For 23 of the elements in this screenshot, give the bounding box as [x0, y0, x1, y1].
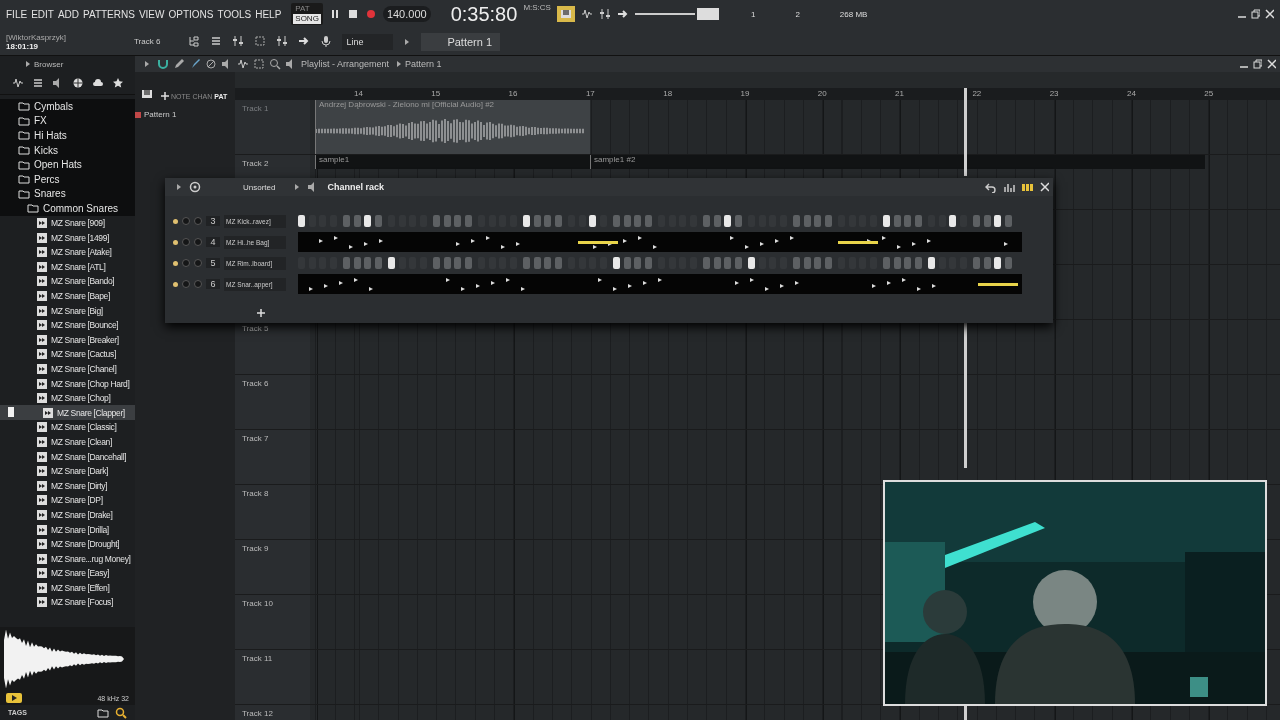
browser-title: Browser [34, 59, 64, 69]
focused-track-label: Track 6 [134, 37, 161, 46]
monitor-mark: 2 [795, 9, 800, 19]
ruler-number: 16 [508, 88, 519, 100]
ruler-number: 25 [1204, 88, 1215, 100]
time-format-label: M:S:CS [523, 3, 551, 12]
clock-label: 18:01:19 [6, 41, 39, 51]
ruler-number: 15 [431, 88, 442, 100]
ruler-number: 24 [1126, 88, 1137, 100]
ruler-number: 20 [817, 88, 828, 100]
ruler-number: 18 [663, 88, 674, 100]
channel-rack-title: Channel rack [327, 182, 384, 192]
ruler-number: 14 [354, 88, 364, 100]
ruler-number: 23 [1049, 88, 1060, 100]
monitor-mark: 1 [750, 9, 756, 19]
song-time: 0:35:80 [450, 2, 518, 26]
ruler-number: 17 [585, 88, 596, 100]
ruler-number: 19 [740, 88, 751, 100]
memory-label: 268 MB [839, 9, 868, 19]
playlist-title: Playlist - Arrangement [301, 59, 390, 69]
ruler-number: 22 [972, 88, 983, 100]
user-name: [WiktorKasprzyk] [6, 32, 67, 42]
ruler-number: 21 [895, 88, 905, 100]
